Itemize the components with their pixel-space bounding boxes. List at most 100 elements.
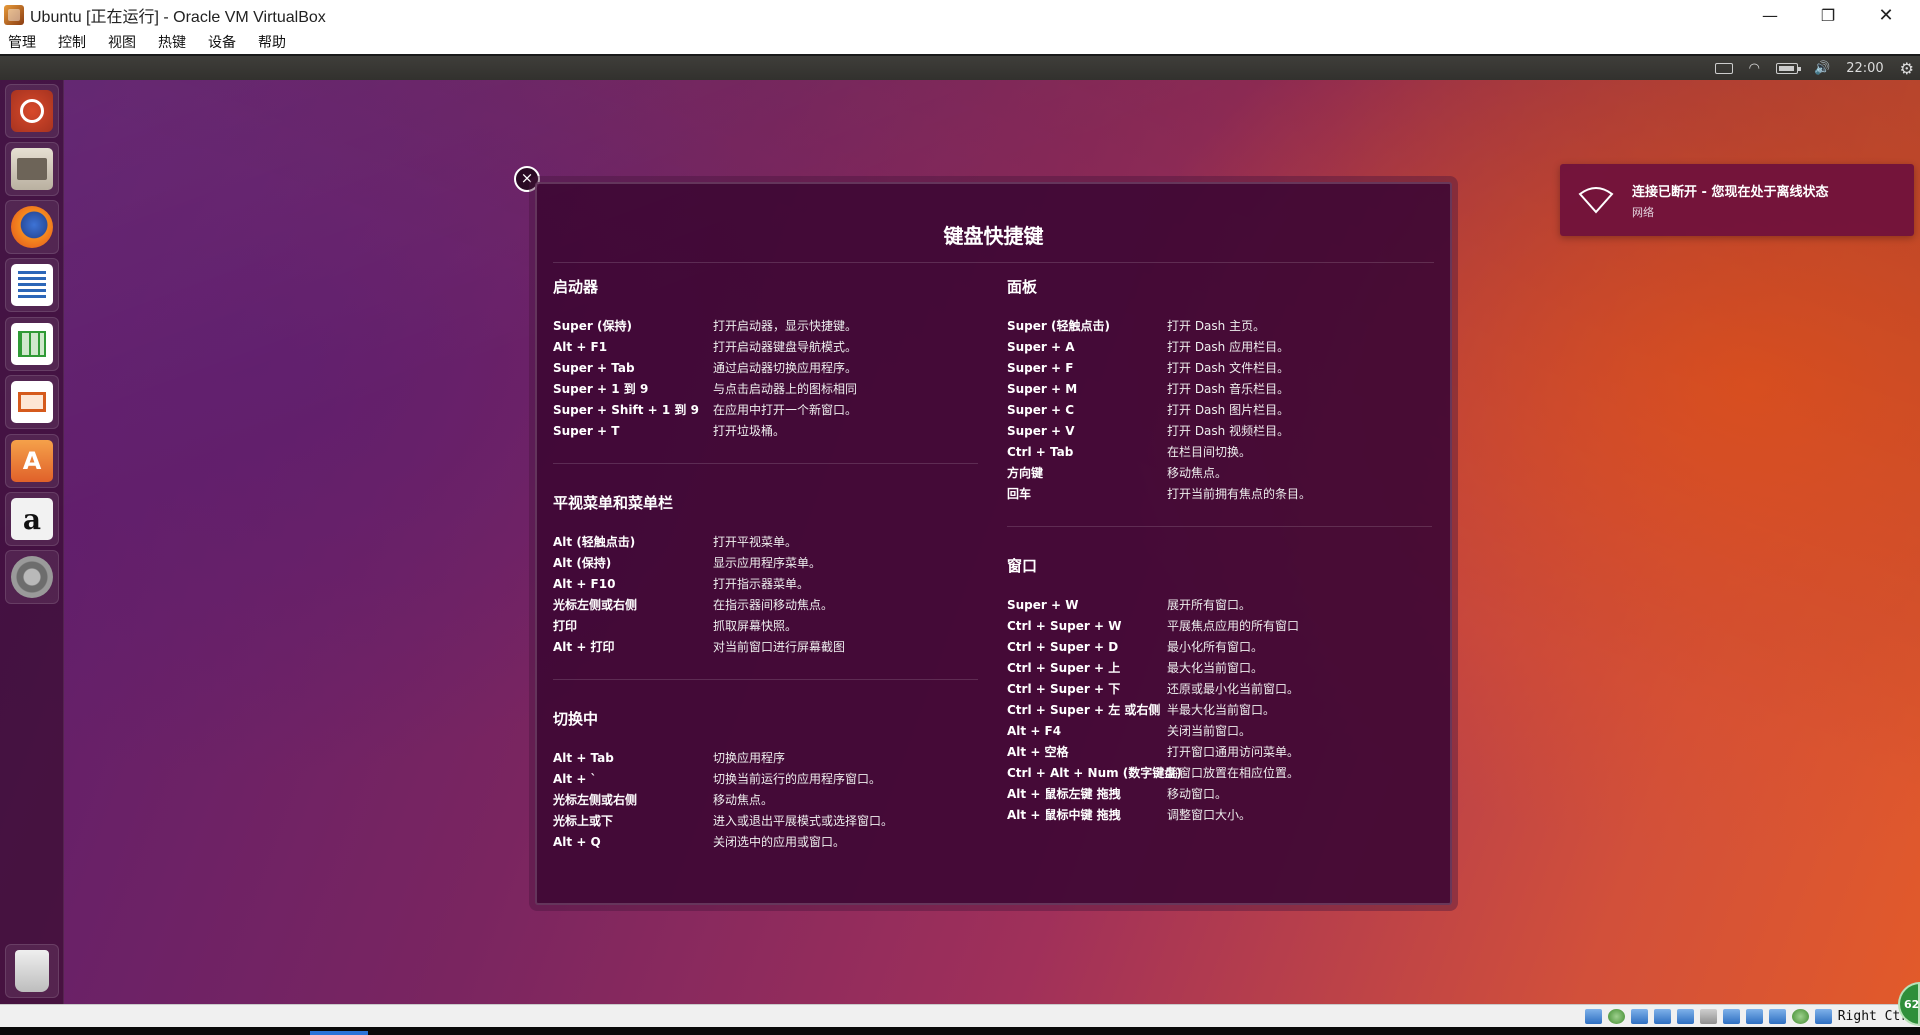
- launcher-files[interactable]: [5, 142, 59, 196]
- launcher-software[interactable]: A: [5, 434, 59, 488]
- menu-devices[interactable]: 设备: [208, 32, 236, 52]
- keyboard-indicator[interactable]: [1714, 62, 1733, 74]
- mouse-integration-icon[interactable]: [1814, 1008, 1832, 1024]
- section-title: 平视菜单和菜单栏: [553, 494, 674, 512]
- launcher: A a: [0, 80, 64, 1004]
- menu-view[interactable]: 视图: [108, 32, 136, 52]
- shortcut-row: Alt + ` 切换当前运行的应用程序窗口。: [553, 768, 983, 789]
- shortcut-key: Super + C: [1007, 402, 1075, 417]
- audio-icon[interactable]: [1630, 1008, 1648, 1024]
- shared-folders-icon[interactable]: [1699, 1008, 1717, 1024]
- shortcut-section: 面板 Super (轻触点击) 打开 Dash 主页。 Super + A 打开 Das…: [1007, 276, 1437, 504]
- shortcut-row: Alt + Tab 切换应用程序: [553, 747, 983, 768]
- libreoffice-impress-icon: [11, 381, 53, 423]
- launcher-dash[interactable]: [5, 84, 59, 138]
- vbox-menubar: 管理 控制 视图 热键 设备 帮助: [0, 30, 1920, 54]
- launcher-amazon[interactable]: a: [5, 492, 59, 546]
- menu-help[interactable]: 帮助: [258, 32, 286, 52]
- shortcut-key: Alt + 空格: [1007, 745, 1069, 759]
- shortcut-section: 平视菜单和菜单栏 Alt (轻触点击) 打开平视菜单。 Alt (保持) 显示应用程序菜…: [553, 492, 983, 657]
- network-adapter-icon[interactable]: [1653, 1008, 1671, 1024]
- shortcut-row: Ctrl + Tab 在栏目间切换。: [1007, 441, 1437, 462]
- shortcut-row: Super + A 打开 Dash 应用栏目。: [1007, 336, 1437, 357]
- optical-drive-icon[interactable]: [1607, 1008, 1625, 1024]
- shortcut-key: Alt (轻触点击): [553, 535, 636, 549]
- shortcut-key: Super + A: [1007, 339, 1075, 354]
- minimize-button[interactable]: —: [1742, 0, 1798, 30]
- network-indicator[interactable]: ◠: [1749, 61, 1760, 76]
- shortcut-description: 与点击启动器上的图标相同: [713, 382, 858, 396]
- close-window-button[interactable]: ✕: [1858, 0, 1914, 30]
- shortcut-row: Super + C 打开 Dash 图片栏目。: [1007, 399, 1437, 420]
- volume-indicator[interactable]: 🔊: [1814, 61, 1830, 76]
- section-title: 面板: [1007, 278, 1038, 296]
- shortcut-description: 打开 Dash 主页。: [1167, 319, 1266, 333]
- shortcut-row: Super + Shift + 1 到 9 在应用中打开一个新窗口。: [553, 399, 983, 420]
- libreoffice-calc-icon: [11, 323, 53, 365]
- shortcut-row: Alt + 鼠标中键 拖拽 调整窗口大小。: [1007, 804, 1437, 825]
- shortcut-description: 移动焦点。: [1167, 466, 1228, 480]
- shortcut-row: 回车 打开当前拥有焦点的条目。: [1007, 483, 1437, 504]
- launcher-writer[interactable]: [5, 258, 59, 312]
- launcher-firefox[interactable]: [5, 200, 59, 254]
- shortcut-key: Super (保持): [553, 319, 632, 333]
- shortcut-row: 光标左侧或右侧 在指示器间移动焦点。: [553, 594, 983, 615]
- usb-icon[interactable]: [1676, 1008, 1694, 1024]
- maximize-button[interactable]: ❐: [1800, 0, 1856, 30]
- shortcut-description: 对当前窗口进行屏幕截图: [713, 640, 846, 654]
- shortcut-description: 在栏目间切换。: [1167, 445, 1252, 459]
- keyboard-icon: [1714, 62, 1733, 74]
- virtualization-icon[interactable]: [1768, 1008, 1786, 1024]
- hard-disk-icon[interactable]: [1584, 1008, 1602, 1024]
- shortcut-description: 通过启动器切换应用程序。: [713, 361, 858, 375]
- shortcut-row: Alt + 打印 对当前窗口进行屏幕截图: [553, 636, 983, 657]
- clock[interactable]: 22:00: [1846, 61, 1883, 76]
- shortcut-description: 最小化所有窗口。: [1167, 640, 1264, 654]
- menu-hotkeys[interactable]: 热键: [158, 32, 186, 52]
- shortcut-section: 切换中 Alt + Tab 切换应用程序 Alt + ` 切换当前运行的应用程序窗口。光…: [553, 708, 983, 852]
- shortcut-description: 移动焦点。: [713, 793, 774, 807]
- launcher-calc[interactable]: [5, 317, 59, 371]
- display-icon[interactable]: [1722, 1008, 1740, 1024]
- shortcut-key: Super + Shift + 1 到 9: [553, 403, 699, 417]
- launcher-impress[interactable]: [5, 375, 59, 429]
- shortcut-description: 显示应用程序菜单。: [713, 556, 822, 570]
- section-divider: [553, 679, 978, 680]
- keyboard-shortcut-overlay: 键盘快捷键 启动器 Super (保持) 打开启动器，显示快捷键。 Alt + F1 打…: [535, 182, 1452, 905]
- shortcut-description: 还原或最小化当前窗口。: [1167, 682, 1300, 696]
- ubuntu-dash-icon: [11, 90, 53, 132]
- battery-indicator[interactable]: [1776, 62, 1801, 74]
- shortcut-description: 在指示器间移动焦点。: [713, 598, 834, 612]
- shortcut-row: Ctrl + Super + 上 最大化当前窗口。: [1007, 657, 1437, 678]
- section-title: 启动器: [553, 278, 599, 296]
- shortcut-description: 半最大化当前窗口。: [1167, 703, 1276, 717]
- shortcut-key: 光标上或下: [553, 814, 614, 828]
- shortcut-row: Super + T 打开垃圾桶。: [553, 420, 983, 441]
- shortcut-description: 打开 Dash 图片栏目。: [1167, 403, 1290, 417]
- shortcut-description: 抓取屏幕快照。: [713, 619, 798, 633]
- launcher-settings[interactable]: [5, 550, 59, 604]
- title-divider: [553, 262, 1434, 263]
- shortcut-description: 打开 Dash 应用栏目。: [1167, 340, 1290, 354]
- menu-manage[interactable]: 管理: [8, 32, 36, 52]
- guest-additions-icon[interactable]: [1791, 1008, 1809, 1024]
- session-gear-icon[interactable]: ⚙: [1900, 59, 1914, 78]
- shortcut-description: 切换当前运行的应用程序窗口。: [713, 772, 882, 786]
- shortcut-row: Super + V 打开 Dash 视频栏目。: [1007, 420, 1437, 441]
- vbox-titlebar: Ubuntu [正在运行] - Oracle VM VirtualBox — ❐…: [0, 0, 1920, 30]
- menu-control[interactable]: 控制: [58, 32, 86, 52]
- shortcut-key: Alt + `: [553, 771, 597, 786]
- video-capture-icon[interactable]: [1745, 1008, 1763, 1024]
- files-icon: [11, 148, 53, 190]
- shortcut-row: Alt + 空格 打开窗口通用访问菜单。: [1007, 741, 1437, 762]
- shortcut-description: 打开 Dash 视频栏目。: [1167, 424, 1290, 438]
- shortcut-key: 光标左侧或右侧: [553, 598, 638, 612]
- launcher-trash[interactable]: [5, 944, 59, 998]
- shortcut-row: Ctrl + Alt + Num (数字键盘) 将窗口放置在相应位置。: [1007, 762, 1437, 783]
- shortcut-section: 启动器 Super (保持) 打开启动器，显示快捷键。 Alt + F1 打开启动器键盘…: [553, 276, 983, 441]
- section-title: 切换中: [553, 710, 599, 728]
- shortcut-section: 窗口 Super + W 展开所有窗口。 Ctrl + Super + W 平展焦点应用…: [1007, 555, 1437, 825]
- shortcut-description: 打开当前拥有焦点的条目。: [1167, 487, 1312, 501]
- shortcut-key: Super + F: [1007, 360, 1074, 375]
- shortcut-key: Alt + 鼠标左键 拖拽: [1007, 787, 1121, 801]
